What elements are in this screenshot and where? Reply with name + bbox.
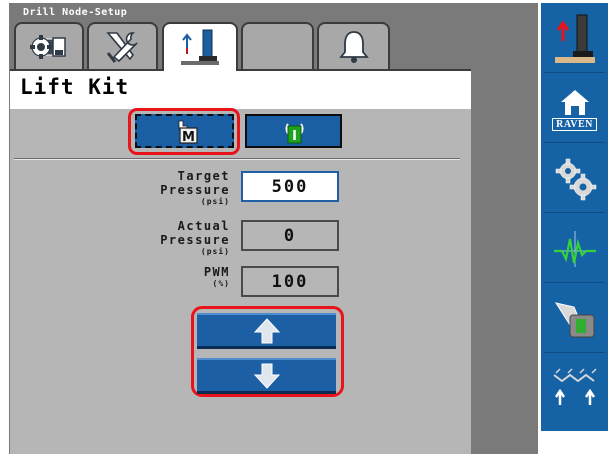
screen: Drill Node-Setup Lift Kit M I Target Pre… xyxy=(0,0,610,454)
auto-mode-label: I xyxy=(292,129,297,144)
tab-alarms[interactable] xyxy=(317,22,390,69)
raven-logo: RAVEN xyxy=(552,117,597,131)
target-pressure-label: Target Pressure (psi) xyxy=(160,169,230,206)
tab-blank[interactable] xyxy=(241,22,314,69)
tab-lift-kit[interactable] xyxy=(162,22,238,71)
manual-mode-button[interactable]: M xyxy=(135,114,234,148)
actual-pressure-label: Actual Pressure (psi) xyxy=(160,219,230,256)
page-title: Lift Kit xyxy=(20,75,130,99)
toggle-switch-icon xyxy=(554,301,594,337)
waveform-icon xyxy=(553,230,596,267)
sidebar-item-settings[interactable] xyxy=(544,145,605,213)
sidebar: RAVEN xyxy=(541,3,608,431)
sidebar-item-lift-status[interactable] xyxy=(544,5,605,73)
sidebar-item-home[interactable]: RAVEN xyxy=(544,75,605,143)
actual-pressure-value: 0 xyxy=(241,220,339,251)
pwm-value: 100 xyxy=(241,266,339,297)
arrow-up-icon xyxy=(253,317,280,343)
home-icon xyxy=(560,89,589,115)
sidebar-item-switch[interactable] xyxy=(544,285,605,353)
lift-kit-icon xyxy=(181,29,219,65)
tab-tools[interactable] xyxy=(87,22,158,69)
lower-button[interactable] xyxy=(197,358,336,394)
auto-mode-button[interactable]: I xyxy=(245,114,342,148)
target-pressure-field[interactable]: 500 xyxy=(241,171,339,202)
raise-button[interactable] xyxy=(197,313,336,349)
manual-hand-icon: M xyxy=(178,120,198,145)
gears-icon xyxy=(555,158,596,200)
page-header: Lift Kit xyxy=(10,69,471,109)
app-title: Drill Node-Setup xyxy=(23,7,128,18)
tool-lift-icon xyxy=(552,368,597,405)
tab-settings[interactable] xyxy=(14,22,84,69)
pwm-label: PWM (%) xyxy=(203,265,230,288)
wrench-tools-icon xyxy=(105,31,138,63)
divider xyxy=(14,158,460,160)
bell-icon xyxy=(338,30,369,63)
lift-status-icon xyxy=(554,14,595,63)
arrow-down-icon xyxy=(253,363,280,389)
machine-gear-icon xyxy=(30,34,66,59)
sidebar-item-tool-raise-lower[interactable] xyxy=(544,355,605,423)
manual-mode-label: M xyxy=(182,130,195,145)
auto-power-icon: I xyxy=(285,123,303,144)
sidebar-item-diagnostics[interactable] xyxy=(544,215,605,283)
